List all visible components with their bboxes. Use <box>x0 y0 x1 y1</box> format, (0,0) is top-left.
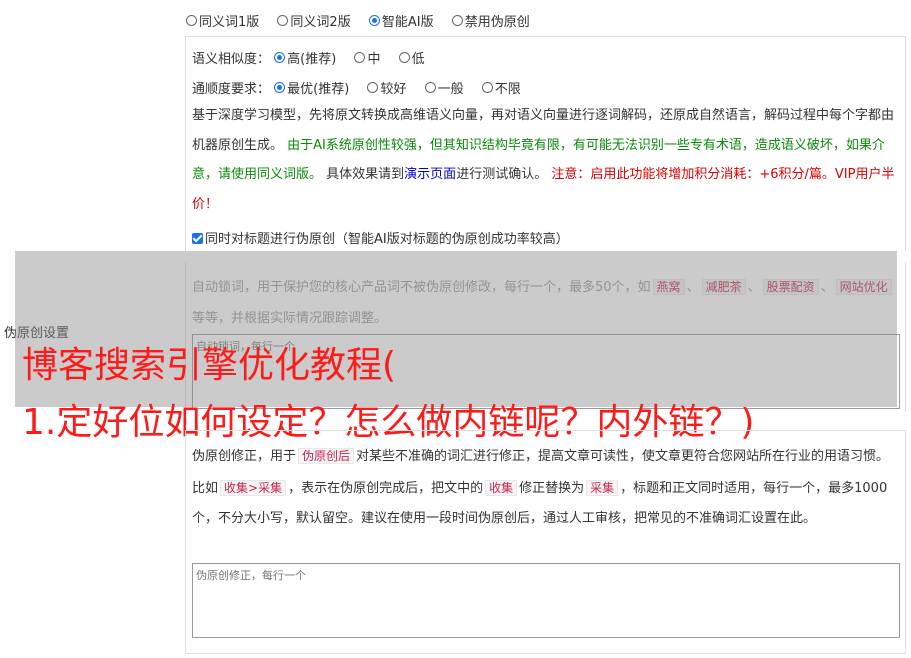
demo-page-link[interactable]: 演示页面 <box>404 167 456 182</box>
title-rewrite-label: 同时对标题进行伪原创（智能AI版对标题的伪原创成功率较高） <box>205 232 569 247</box>
similarity-label: 语义相似度： <box>192 52 271 67</box>
fix-tag: 伪原创后 <box>298 448 355 464</box>
mode-option-disable[interactable]: 禁用伪原创 <box>451 11 530 30</box>
radio-selected-icon[interactable] <box>368 15 380 26</box>
option-label: 一般 <box>437 82 464 97</box>
desc-text: 具体效果请到 <box>326 167 405 182</box>
fix-text: 修正替换为 <box>519 480 585 496</box>
radio-icon[interactable] <box>451 15 463 26</box>
radio-icon[interactable] <box>481 82 493 93</box>
title-rewrite-row: 同时对标题进行伪原创（智能AI版对标题的伪原创成功率较高） <box>192 228 569 247</box>
radio-icon[interactable] <box>186 15 197 26</box>
radio-icon[interactable] <box>354 52 366 63</box>
mode-label: 智能AI版 <box>381 15 434 30</box>
headline-line-1: 博客搜索引擎优化教程( <box>22 345 397 386</box>
fluency-best[interactable]: 最优(推荐) <box>274 78 349 97</box>
similarity-mid[interactable]: 中 <box>354 48 380 67</box>
fluency-normal[interactable]: 一般 <box>424 78 464 97</box>
similarity-high[interactable]: 高(推荐) <box>274 48 336 67</box>
fix-text: 伪原创修正，用于 <box>192 449 297 464</box>
radio-icon[interactable] <box>367 82 379 93</box>
similarity-row: 语义相似度： 高(推荐) 中 低 <box>192 48 439 67</box>
option-label: 低 <box>411 52 425 67</box>
mode-label: 同义词2版 <box>290 15 351 30</box>
fluency-row: 通顺度要求： 最优(推荐) 较好 一般 不限 <box>192 78 535 97</box>
radio-icon[interactable] <box>277 15 289 26</box>
mode-option-synonym-2[interactable]: 同义词2版 <box>277 11 351 30</box>
option-label: 最优(推荐) <box>287 82 350 97</box>
fix-tag: 收集 <box>485 479 518 496</box>
similarity-low[interactable]: 低 <box>398 48 425 67</box>
correction-input[interactable] <box>192 563 900 638</box>
ai-description: 基于深度学习模型，先将原文转换成高维语义向量，再对语义向量进行逐词解码，还原成自… <box>192 101 900 219</box>
fix-tag: 收集>采集 <box>220 479 287 496</box>
radio-icon[interactable] <box>424 82 436 93</box>
fluency-label: 通顺度要求： <box>192 82 271 97</box>
radio-selected-icon[interactable] <box>274 82 286 93</box>
fluency-good[interactable]: 较好 <box>367 78 406 97</box>
fluency-any[interactable]: 不限 <box>481 78 521 97</box>
option-label: 高(推荐) <box>287 52 337 67</box>
correction-description: 伪原创修正，用于 伪原创后 对某些不准确的词汇进行修正，提高文章可读性，使文章更符合… <box>192 441 900 535</box>
option-label: 不限 <box>494 82 521 97</box>
option-label: 中 <box>367 52 381 67</box>
mode-label: 禁用伪原创 <box>464 15 530 30</box>
mode-selector: 同义词1版 同义词2版 智能AI版 禁用伪原创 <box>186 11 544 30</box>
mode-option-synonym-1[interactable]: 同义词1版 <box>186 11 259 30</box>
checkbox-checked-icon[interactable] <box>192 233 203 244</box>
fix-text: ，表示在伪原创完成后，把文中的 <box>288 480 484 496</box>
desc-text: 进行测试确认。 <box>456 167 548 182</box>
radio-icon[interactable] <box>398 52 410 63</box>
option-label: 较好 <box>380 82 407 97</box>
radio-selected-icon[interactable] <box>274 52 286 63</box>
mode-label: 同义词1版 <box>199 15 260 30</box>
fix-tag: 采集 <box>586 479 619 496</box>
mode-option-ai[interactable]: 智能AI版 <box>368 11 434 30</box>
